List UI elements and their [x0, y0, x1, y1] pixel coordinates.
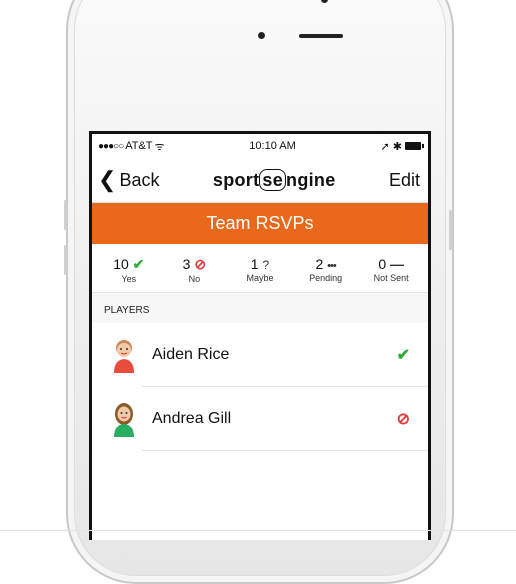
speaker-grille [299, 34, 343, 38]
stat-label: Maybe [246, 273, 274, 283]
app-screen: ●●●○○ AT&T ᯤ 10:10 AM ➚ ✱ ❮ Back sport se… [89, 131, 431, 540]
ellipsis-icon: ••• [327, 260, 337, 272]
stat-yes[interactable]: 10 ✔ Yes [99, 256, 159, 284]
question-icon: ? [262, 258, 270, 272]
camera-icon [321, 0, 328, 3]
stat-count: 10 [113, 256, 129, 272]
dash-icon: — [390, 256, 405, 272]
stat-count: 1 [250, 256, 259, 272]
player-row[interactable]: Andrea Gill ⊘ [92, 387, 428, 451]
rsvp-summary: 10 ✔ Yes 3 ⊘ No 1 ? Maybe 2 ••• Pending … [92, 244, 428, 293]
stat-no[interactable]: 3 ⊘ No [164, 256, 224, 284]
back-label: Back [119, 169, 160, 190]
check-icon: ✔ [132, 256, 145, 272]
volume-down-button [64, 245, 67, 275]
battery-icon [405, 142, 424, 150]
carrier-label: AT&T [125, 140, 153, 152]
stat-count: 2 [315, 256, 324, 272]
no-icon: ⊘ [194, 256, 207, 272]
player-row[interactable]: Aiden Rice ✔ [92, 323, 428, 387]
back-button[interactable]: ❮ Back [98, 169, 159, 191]
no-icon: ⊘ [396, 411, 410, 428]
status-bar: ●●●○○ AT&T ᯤ 10:10 AM ➚ ✱ [92, 134, 428, 158]
location-bluetooth-icons: ➚ ✱ [380, 140, 403, 153]
logo-part-prefix: sport [212, 169, 260, 190]
clock: 10:10 AM [249, 140, 296, 152]
divider [0, 530, 516, 531]
stat-label: Not Sent [373, 273, 409, 283]
signal-icon: ●●●○○ [98, 140, 124, 152]
stat-label: No [188, 274, 201, 284]
logo-part-suffix: ngine [286, 169, 336, 190]
stat-count: 3 [182, 256, 191, 272]
volume-up-button [64, 200, 67, 230]
logo-part-mid: se [259, 168, 287, 191]
chevron-left-icon: ❮ [98, 167, 117, 192]
front-camera-icon [258, 32, 265, 39]
avatar [110, 401, 138, 437]
stat-label: Yes [121, 274, 137, 284]
stat-maybe[interactable]: 1 ? Maybe [230, 256, 290, 284]
stat-not-sent[interactable]: 0 — Not Sent [361, 256, 421, 284]
wifi-icon: ᯤ [154, 140, 165, 153]
stat-count: 0 [378, 256, 387, 272]
player-name: Aiden Rice [152, 346, 230, 363]
navigation-bar: ❮ Back sport se ngine Edit [92, 158, 428, 203]
page-title: Team RSVPs [92, 203, 428, 244]
player-name: Andrea Gill [152, 410, 232, 427]
players-section-header: PLAYERS [92, 293, 428, 323]
stat-pending[interactable]: 2 ••• Pending [296, 256, 356, 284]
stat-label: Pending [309, 273, 343, 283]
edit-button[interactable]: Edit [389, 170, 420, 191]
check-icon: ✔ [396, 347, 410, 364]
avatar [110, 337, 138, 373]
sportsengine-logo: sport se ngine [212, 168, 336, 191]
power-button [449, 210, 452, 250]
